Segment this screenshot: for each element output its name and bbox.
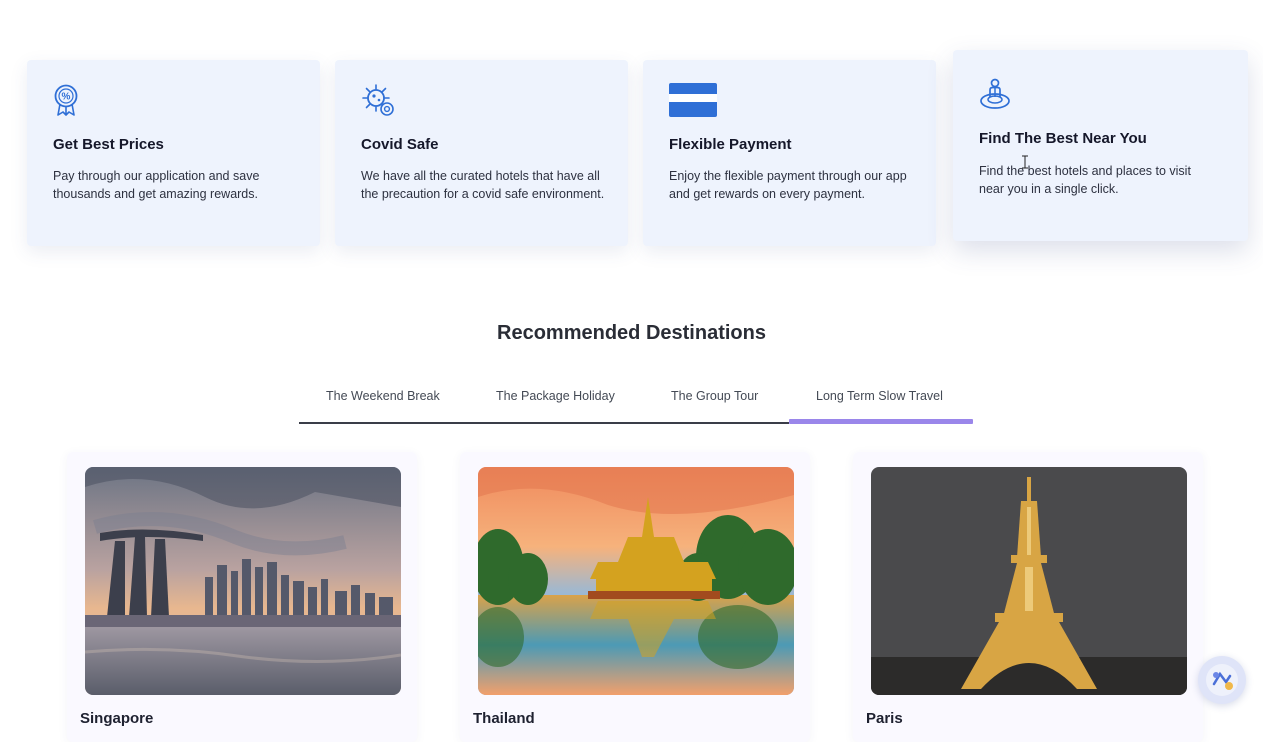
destination-card-paris[interactable]: Paris [853,452,1203,742]
eiffel-tower-night-photo [871,467,1187,695]
service-card-flexible-payment: Flexible Payment Enjoy the flexible paym… [643,60,936,246]
destination-name: Paris [866,710,903,727]
location-person-icon [980,78,1010,109]
service-title: Covid Safe [361,136,439,153]
service-description: Pay through our application and save tho… [53,169,260,201]
service-card-best-prices: % Get Best Prices Pay through our applic… [27,60,320,246]
destination-name: Singapore [80,710,154,727]
destination-card-thailand[interactable]: Thailand [460,452,810,742]
service-card-covid-safe: Covid Safe We have all the curated hotel… [335,60,628,246]
service-title: Find The Best Near You [979,130,1147,147]
destination-card-singapore[interactable]: Singapore [67,452,417,742]
credit-card-icon [669,83,717,117]
text-cursor-icon [1022,155,1028,169]
svg-text:%: % [62,92,71,103]
thailand-pagoda-photo [478,467,794,695]
badge-percent-icon: % [54,84,78,116]
tabs-track [299,422,789,424]
service-card-find-nearby: Find The Best Near You Find the best hot… [953,50,1248,241]
tab-group-tour[interactable]: The Group Tour [671,389,758,403]
active-tab-indicator [789,419,973,424]
service-title: Get Best Prices [53,136,164,153]
tab-weekend-break[interactable]: The Weekend Break [326,389,440,403]
section-title: Recommended Destinations [497,322,766,344]
chat-bot-icon [1206,664,1238,696]
service-title: Flexible Payment [669,136,792,153]
destination-tabs: The Weekend Break The Package Holiday Th… [299,386,973,424]
service-description: Find the best hotels and places to visit… [979,164,1191,196]
virus-shield-icon [362,84,394,116]
tab-package-holiday[interactable]: The Package Holiday [496,389,615,403]
chat-widget-button[interactable] [1198,656,1246,704]
service-description: We have all the curated hotels that have… [361,169,605,201]
singapore-skyline-photo [85,467,401,695]
destination-name: Thailand [473,710,535,727]
tab-long-term-slow-travel[interactable]: Long Term Slow Travel [816,389,943,403]
service-description: Enjoy the flexible payment through our a… [669,169,907,201]
